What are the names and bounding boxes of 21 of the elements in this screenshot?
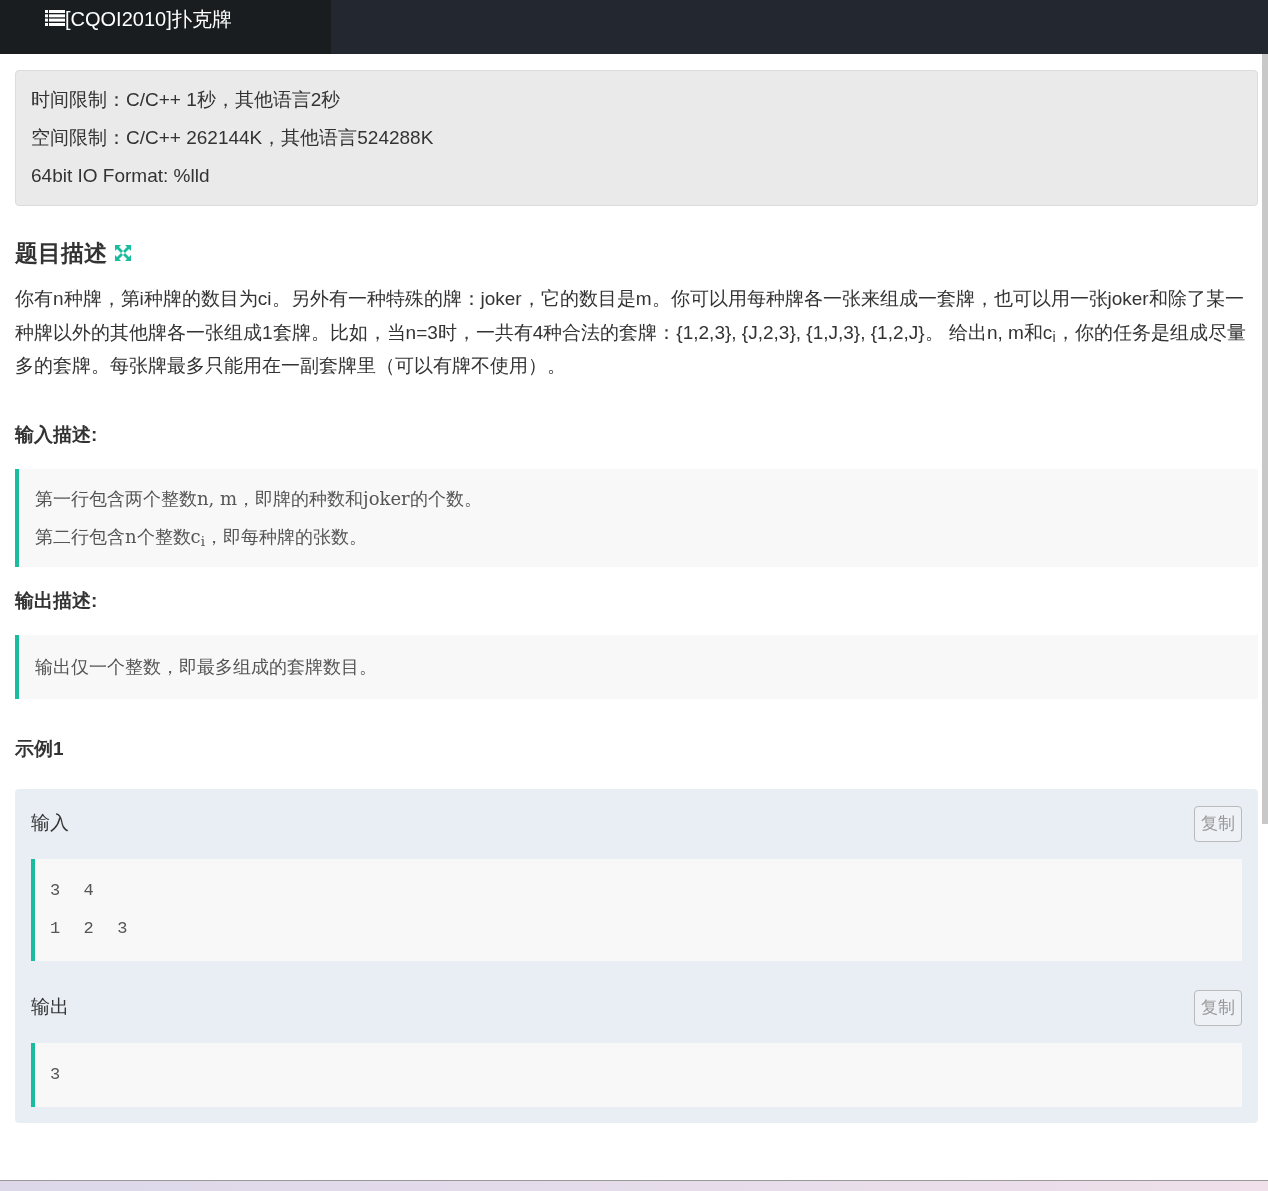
section-title: 输出描述: bbox=[15, 588, 99, 613]
example-label: 输入 bbox=[31, 811, 69, 836]
limit-text: 空间限制：C/C++ 262144K，其他语言524288K bbox=[31, 126, 435, 150]
description-text: 你有n种牌，第i种牌的数目为ci。另外有一种特殊的牌：joker，它的数目是m。你可以用每种牌各一张来组成一套牌，也可以用一张joker和除了某一种牌以外的其他牌各一张组成1套牌。比如，当n=3时，一共有4种合法的套牌：{1,2,3}, {J,2,3}, {1,J,3}, {1,2,J}。 给出n, m和c$_{i}$，你的任务是组成尽量多的套牌。每张牌最多只能用在一副套牌里（可以有牌不使用）。 bbox=[15, 287, 1247, 378]
problem-title: [CQOI2010]扑克牌 bbox=[65, 7, 232, 32]
copy-button[interactable]: 复制 bbox=[1194, 805, 1242, 842]
section-title: 题目描述 bbox=[15, 239, 107, 268]
example-label: 输出 bbox=[31, 995, 69, 1020]
input-desc-text: 第一行包含两个整数n, m，即牌的种数和joker的个数。 bbox=[35, 486, 483, 511]
expand-icon bbox=[113, 243, 133, 263]
input-desc-text: 第二行包含n个整数c$_{i}$，即每种牌的张数。 bbox=[35, 524, 368, 551]
code-line: 1 2 3 bbox=[50, 917, 130, 940]
code-line: 3 bbox=[50, 1063, 63, 1086]
copy-button[interactable]: 复制 bbox=[1194, 989, 1242, 1026]
list-icon bbox=[45, 10, 65, 26]
limit-text: 时间限制：C/C++ 1秒，其他语言2秒 bbox=[31, 88, 342, 112]
code-line: 3 4 bbox=[50, 879, 96, 902]
limit-text: 64bit IO Format: %lld bbox=[31, 164, 211, 188]
section-title: 输入描述: bbox=[15, 422, 99, 447]
section-title: 示例1 bbox=[15, 736, 65, 761]
output-desc-text: 输出仅一个整数，即最多组成的套牌数目。 bbox=[35, 654, 378, 679]
